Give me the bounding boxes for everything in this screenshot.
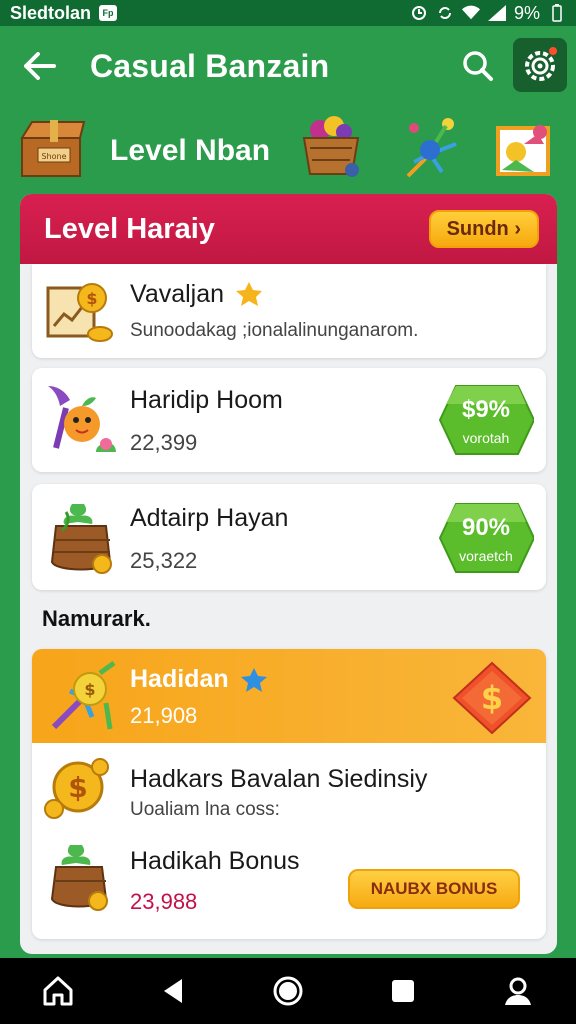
sundn-button[interactable]: Sundn ›: [428, 210, 539, 248]
search-icon: [463, 51, 493, 81]
featured-item-title: Hadkars Bavalan Siedinsiy: [130, 765, 428, 793]
triangle-back-icon: [163, 979, 182, 1003]
sync-icon: [436, 4, 454, 22]
battery-icon: [548, 4, 566, 22]
featured-value: 21,908: [130, 703, 198, 728]
level-row: Shone Level Nban: [0, 110, 576, 190]
svg-text:$: $: [68, 771, 87, 804]
signal-icon: [487, 4, 506, 22]
picture-frame-icon[interactable]: [494, 120, 554, 185]
card-title: Level Haraiy: [44, 212, 215, 245]
level-title: Level Nban: [110, 134, 271, 167]
settings-button[interactable]: [513, 38, 567, 92]
pin-toy-icon[interactable]: [400, 114, 462, 185]
treasure-box-icon[interactable]: Shone: [16, 116, 90, 185]
app-title: Casual Banzain: [90, 47, 330, 84]
money-bag-icon: [42, 839, 118, 920]
item-value: 22,399: [130, 430, 198, 455]
pen-icon: $: [46, 659, 122, 740]
basket-icon[interactable]: [300, 114, 362, 185]
gear-icon: [525, 47, 557, 81]
badge-label: vorotah: [462, 430, 510, 446]
item-title: Vavaljan: [130, 280, 225, 308]
battery-percentage: 9%: [513, 2, 540, 23]
coin-chart-icon: $: [42, 274, 118, 355]
featured-item-value: 23,988: [130, 889, 198, 914]
badge-percent: 90%: [461, 514, 511, 541]
back-button[interactable]: [20, 46, 60, 86]
bonus-button[interactable]: NAUBX BONUS: [348, 869, 520, 909]
list-item[interactable]: Haridip Hoom 22,399 $9% vorotah: [32, 368, 546, 472]
alarm-icon: [410, 4, 428, 22]
list-item[interactable]: $ Vavaljan Sunoodakag ;ionalalinunganaro…: [32, 264, 546, 358]
featured-header[interactable]: $ Hadidan 21,908 $: [32, 649, 546, 743]
home-icon: [43, 976, 73, 1006]
card-header: Level Haraiy Sundn ›: [20, 194, 557, 264]
section-label: Namurark.: [42, 606, 151, 631]
featured-card: $ Hadidan 21,908 $ $ Hadkars Bavalan Sie…: [32, 649, 546, 939]
carrier-name: Sledtolan: [10, 2, 92, 23]
svg-text:$: $: [84, 680, 95, 699]
svg-text:Shone: Shone: [41, 152, 66, 161]
recents-button[interactable]: [379, 967, 427, 1015]
badge-label: voraetch: [459, 548, 513, 564]
item-title: Haridip Hoom: [130, 386, 283, 414]
circle-icon: [273, 976, 303, 1006]
list-item[interactable]: Adtairp Hayan 25,322 90% voraetch: [32, 484, 546, 590]
back-nav-button[interactable]: [149, 967, 197, 1015]
search-button[interactable]: [458, 46, 498, 86]
fruit-character-icon: [42, 378, 122, 467]
item-value: 25,322: [130, 548, 198, 573]
percent-badge[interactable]: 90% voraetch: [438, 502, 534, 574]
money-bag-icon: [42, 496, 122, 585]
home-circle-button[interactable]: [264, 967, 312, 1015]
featured-item-title: Hadikah Bonus: [130, 847, 300, 875]
notification-icon: Fp: [99, 5, 118, 21]
level-card: Level Haraiy Sundn › $ Vavaljan Sunoodak…: [20, 194, 557, 954]
star-icon: [234, 280, 264, 313]
item-title: Adtairp Hayan: [130, 504, 289, 532]
user-icon: [505, 977, 532, 1005]
arrow-left-icon: [24, 52, 56, 80]
percent-badge[interactable]: $9% vorotah: [438, 384, 534, 456]
featured-title: Hadidan: [130, 665, 229, 693]
featured-item-subtitle: Uoaliam lna coss:: [130, 799, 280, 820]
dollar-diamond-icon[interactable]: $: [452, 661, 532, 735]
svg-text:$: $: [86, 289, 97, 308]
home-button[interactable]: [34, 967, 82, 1015]
coin-stack-icon: $: [42, 753, 118, 834]
profile-button[interactable]: [494, 967, 542, 1015]
status-bar: Sledtolan Fp 9%: [0, 0, 576, 26]
svg-text:$: $: [481, 679, 503, 717]
square-icon: [392, 980, 415, 1002]
wifi-icon: [461, 4, 480, 22]
app-bar: Casual Banzain: [0, 26, 576, 106]
system-nav-bar: [0, 958, 576, 1024]
badge-percent: $9%: [461, 396, 511, 423]
star-icon: [240, 667, 268, 698]
item-subtitle: Sunoodakag ;ionalalinunganarom.: [130, 320, 419, 341]
